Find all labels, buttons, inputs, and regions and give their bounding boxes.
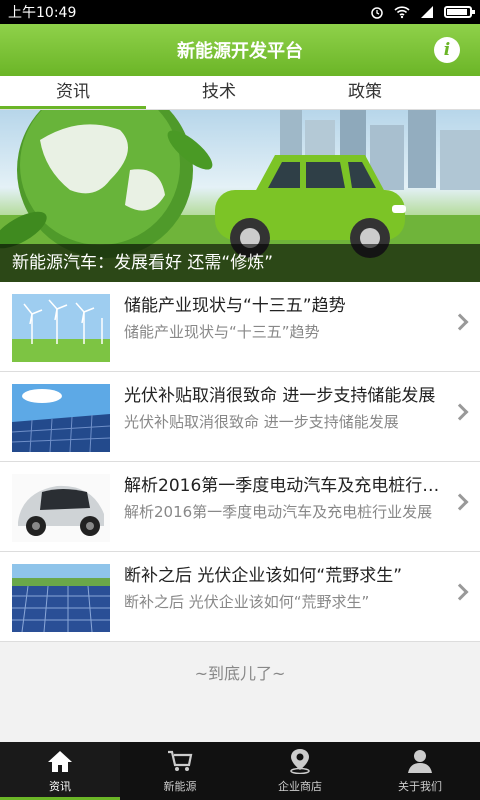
news-title: 解析2016第一季度电动汽车及充电桩行业发展 <box>124 476 444 496</box>
news-item[interactable]: 解析2016第一季度电动汽车及充电桩行业发展 解析2016第一季度电动汽车及充电… <box>0 462 480 552</box>
electric-car-thumbnail <box>12 474 110 542</box>
app-header: 新能源开发平台 i <box>0 24 480 76</box>
battery-icon <box>444 6 475 18</box>
news-item[interactable]: 储能产业现状与“十三五”趋势 储能产业现状与“十三五”趋势 <box>0 282 480 372</box>
home-icon <box>47 748 73 774</box>
chevron-right-icon <box>451 313 469 331</box>
nav-item-store[interactable]: 企业商店 <box>240 742 360 800</box>
news-list: 储能产业现状与“十三五”趋势 储能产业现状与“十三五”趋势 光伏补贴取消很致命 … <box>0 282 480 642</box>
news-title: 光伏补贴取消很致命 进一步支持储能发展 <box>124 386 436 406</box>
status-bar: 上午10:49 <box>0 0 480 24</box>
nav-item-about[interactable]: 关于我们 <box>360 742 480 800</box>
cart-icon <box>167 748 193 774</box>
chevron-right-icon <box>451 583 469 601</box>
location-icon <box>287 748 313 774</box>
solar-panels-thumbnail <box>12 384 110 452</box>
nav-label: 资讯 <box>49 780 71 793</box>
chevron-right-icon <box>451 493 469 511</box>
banner-caption: 新能源汽车：发展看好 还需“修炼” <box>0 244 480 282</box>
news-item[interactable]: 断补之后 光伏企业该如何“荒野求生” 断补之后 光伏企业该如何“荒野求生” <box>0 552 480 642</box>
news-title: 断补之后 光伏企业该如何“荒野求生” <box>124 566 403 586</box>
featured-banner[interactable]: 新能源汽车：发展看好 还需“修炼” <box>0 110 480 282</box>
status-icons <box>370 5 475 19</box>
solar-field-thumbnail <box>12 564 110 632</box>
nav-item-news[interactable]: 资讯 <box>0 742 120 800</box>
status-time: 上午10:49 <box>8 5 77 21</box>
alarm-icon <box>371 7 383 19</box>
tab-industry[interactable]: 产 <box>438 76 480 109</box>
nav-label: 企业商店 <box>278 780 322 793</box>
person-icon <box>407 748 433 774</box>
bottom-nav: 资讯 新能源 企业商店 关于我们 <box>0 742 480 800</box>
nav-label: 新能源 <box>163 780 197 793</box>
chevron-right-icon <box>451 403 469 421</box>
category-tabs: 资讯 技术 政策 产 <box>0 76 480 110</box>
info-icon[interactable]: i <box>434 37 460 63</box>
tab-technology[interactable]: 技术 <box>146 76 292 109</box>
news-title: 储能产业现状与“十三五”趋势 <box>124 296 346 316</box>
nav-label: 关于我们 <box>398 780 442 793</box>
news-summary: 储能产业现状与“十三五”趋势 <box>124 323 320 341</box>
news-summary: 断补之后 光伏企业该如何“荒野求生” <box>124 593 370 611</box>
signal-icon <box>421 6 433 18</box>
page-title: 新能源开发平台 <box>177 41 303 62</box>
news-summary: 解析2016第一季度电动汽车及充电桩行业发展 <box>124 503 433 521</box>
news-summary: 光伏补贴取消很致命 进一步支持储能发展 <box>124 413 399 431</box>
wind-turbines-thumbnail <box>12 294 110 362</box>
wifi-icon <box>394 6 410 19</box>
nav-item-new-energy[interactable]: 新能源 <box>120 742 240 800</box>
end-of-list-text: ~到底儿了~ <box>194 664 286 683</box>
news-item[interactable]: 光伏补贴取消很致命 进一步支持储能发展 光伏补贴取消很致命 进一步支持储能发展 <box>0 372 480 462</box>
tab-policy[interactable]: 政策 <box>292 76 438 109</box>
tab-news[interactable]: 资讯 <box>0 76 146 109</box>
